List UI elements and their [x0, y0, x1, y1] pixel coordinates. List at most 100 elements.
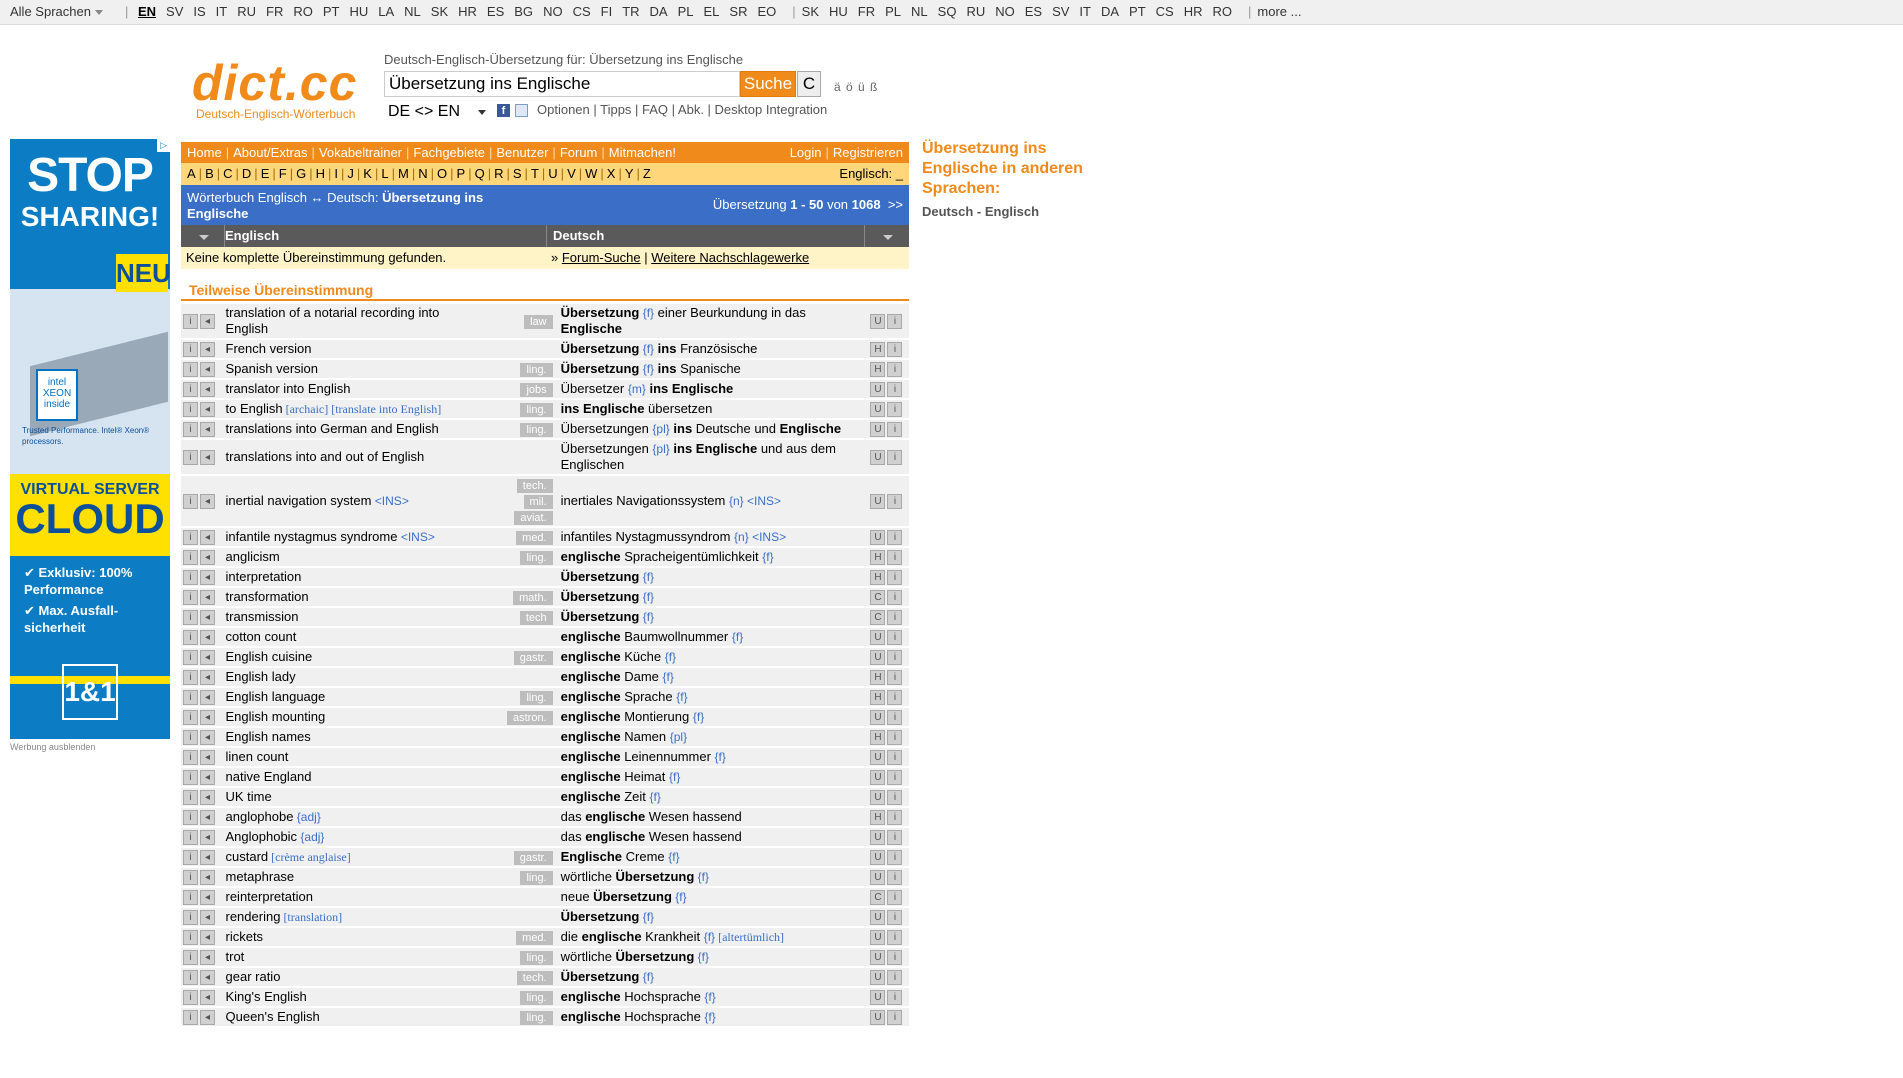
info-icon[interactable]: i [183, 570, 198, 586]
language-link-it[interactable]: IT [1079, 4, 1091, 19]
speaker-icon[interactable]: ◂ [200, 530, 215, 546]
subject-tag[interactable]: ling. [520, 871, 553, 885]
language-link-ro[interactable]: RO [293, 4, 313, 19]
language-link-bg[interactable]: BG [514, 4, 533, 19]
alphabet-letter-y[interactable]: Y [625, 166, 634, 181]
german-term[interactable]: die englische Krankheit {f} [altertümlic… [556, 928, 869, 946]
vote-icon[interactable]: H [870, 342, 886, 358]
info-icon[interactable]: i [887, 970, 903, 986]
english-term[interactable]: rendering [translation] [221, 908, 483, 926]
vote-icon[interactable]: U [870, 530, 886, 546]
nav-item-home[interactable]: Home [187, 145, 222, 160]
subject-tag[interactable]: gastr. [513, 651, 553, 665]
language-link-nl[interactable]: NL [911, 4, 928, 19]
german-term[interactable]: wörtliche Übersetzung {f} [556, 868, 869, 886]
info-icon[interactable]: i [887, 830, 903, 846]
english-term[interactable]: English language [221, 688, 483, 706]
info-icon[interactable]: i [183, 730, 198, 746]
language-pair-select[interactable]: DE <> EN [384, 101, 490, 123]
alphabet-letter-c[interactable]: C [223, 166, 232, 181]
info-icon[interactable]: i [887, 850, 903, 866]
info-icon[interactable]: i [183, 770, 198, 786]
info-icon[interactable]: i [183, 422, 198, 438]
info-icon[interactable]: i [183, 890, 198, 906]
german-term[interactable]: Übersetzung {f} ins Französische [556, 340, 869, 358]
language-link-sk[interactable]: SK [431, 4, 448, 19]
subject-tag[interactable]: ling. [520, 551, 553, 565]
english-term[interactable]: gear ratio [221, 968, 483, 986]
vote-icon[interactable]: U [870, 402, 886, 418]
info-icon[interactable]: i [887, 450, 903, 466]
info-icon[interactable]: i [183, 970, 198, 986]
vote-icon[interactable]: U [870, 422, 886, 438]
language-link-is[interactable]: IS [193, 4, 205, 19]
advertisement-banner[interactable]: STOP SHARING! NEU intel XEON inside Trus… [10, 139, 170, 739]
alphabet-letter-u[interactable]: U [548, 166, 557, 181]
german-term[interactable]: englische Heimat {f} [556, 768, 869, 786]
english-term[interactable]: Spanish version [221, 360, 483, 378]
language-link-es[interactable]: ES [487, 4, 504, 19]
speaker-icon[interactable]: ◂ [200, 590, 215, 606]
info-icon[interactable]: i [887, 382, 903, 398]
forum-search-link[interactable]: Forum-Suche [562, 250, 641, 265]
english-term[interactable]: English names [221, 728, 483, 746]
vote-icon[interactable]: H [870, 670, 886, 686]
german-term[interactable]: Übersetzung {f} [556, 968, 869, 986]
vote-icon[interactable]: U [870, 990, 886, 1006]
other-languages-link[interactable]: Deutsch - Englisch [922, 204, 1039, 219]
vote-icon[interactable]: U [870, 970, 886, 986]
nav-item-about-extras[interactable]: About/Extras [233, 145, 307, 160]
subject-tag[interactable]: ling. [520, 951, 553, 965]
english-term[interactable]: anglicism [221, 548, 483, 566]
info-icon[interactable]: i [887, 630, 903, 646]
info-icon[interactable]: i [887, 342, 903, 358]
alphabet-letter-b[interactable]: B [205, 166, 214, 181]
info-icon[interactable]: i [183, 382, 198, 398]
subject-tag[interactable]: med. [516, 531, 553, 545]
info-icon[interactable]: i [887, 1010, 903, 1026]
speaker-icon[interactable]: ◂ [200, 870, 215, 886]
german-term[interactable]: Übersetzungen {pl} ins Deutsche und Engl… [556, 420, 869, 438]
info-icon[interactable]: i [887, 362, 903, 378]
english-term[interactable]: Queen's English [221, 1008, 483, 1026]
info-icon[interactable]: i [183, 830, 198, 846]
speaker-icon[interactable]: ◂ [200, 650, 215, 666]
column-menu-right[interactable] [865, 225, 909, 247]
info-icon[interactable]: i [183, 670, 198, 686]
nav-item-mitmachen[interactable]: Mitmachen! [609, 145, 676, 160]
info-icon[interactable]: i [887, 910, 903, 926]
speaker-icon[interactable]: ◂ [200, 494, 215, 510]
german-term[interactable]: das englische Wesen hassend [556, 808, 869, 826]
speaker-icon[interactable]: ◂ [200, 382, 215, 398]
language-link-da[interactable]: DA [650, 4, 668, 19]
vote-icon[interactable]: U [870, 710, 886, 726]
info-icon[interactable]: i [183, 590, 198, 606]
german-term[interactable]: englische Baumwollnummer {f} [556, 628, 869, 646]
language-link-sv[interactable]: SV [1052, 4, 1069, 19]
subject-tag[interactable]: ling. [520, 1011, 553, 1025]
german-term[interactable]: inertiales Navigationssystem {n} <INS> [556, 476, 869, 526]
info-icon[interactable]: i [183, 710, 198, 726]
language-link-ro[interactable]: RO [1213, 4, 1233, 19]
speaker-icon[interactable]: ◂ [200, 670, 215, 686]
language-link-tr[interactable]: TR [622, 4, 639, 19]
subject-tag[interactable]: tech. [516, 479, 553, 493]
subject-tag[interactable]: ling. [520, 691, 553, 705]
alphabet-letter-w[interactable]: W [585, 166, 597, 181]
language-link-hr[interactable]: HR [458, 4, 477, 19]
vote-icon[interactable]: U [870, 450, 886, 466]
alphabet-letter-d[interactable]: D [242, 166, 251, 181]
alphabet-letter-r[interactable]: R [494, 166, 503, 181]
speaker-icon[interactable]: ◂ [200, 422, 215, 438]
info-icon[interactable]: i [183, 494, 198, 510]
info-icon[interactable]: i [183, 450, 198, 466]
info-icon[interactable]: i [887, 790, 903, 806]
language-link-fr[interactable]: FR [266, 4, 283, 19]
language-link-es[interactable]: ES [1025, 4, 1042, 19]
alphabet-letter-v[interactable]: V [567, 166, 576, 181]
special-characters[interactable]: ä ö ü ß [834, 80, 878, 94]
language-link-pl[interactable]: PL [885, 4, 901, 19]
speaker-icon[interactable]: ◂ [200, 930, 215, 946]
german-term[interactable]: englische Montierung {f} [556, 708, 869, 726]
english-term[interactable]: French version [221, 340, 483, 358]
